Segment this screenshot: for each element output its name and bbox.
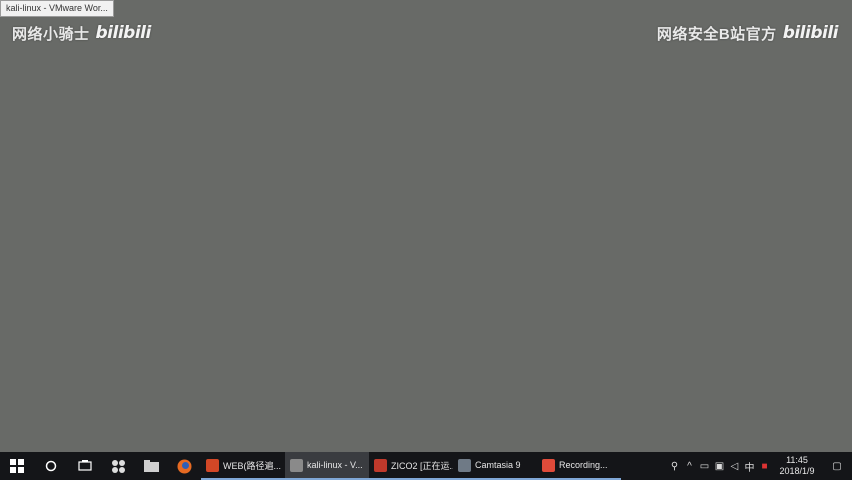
network-icon[interactable]: ▣ — [712, 461, 727, 472]
clock[interactable]: 11:45 2018/1/9 — [772, 455, 822, 477]
fan-icon — [112, 459, 125, 473]
watermark-right-text: 网络安全B站官方 — [656, 25, 777, 43]
bilibili-logo: bilibili — [95, 23, 152, 43]
task-view-icon — [78, 460, 92, 471]
volume-icon[interactable]: ◁ — [727, 461, 742, 472]
taskbar-app-recording[interactable]: Recording... — [537, 452, 621, 480]
virtualbox-icon — [374, 458, 387, 472]
notification-icon[interactable]: ▢ — [822, 461, 852, 472]
search-button[interactable] — [34, 452, 68, 480]
recorder-icon — [542, 458, 555, 472]
taskbar-app-label: kali-linux - V... — [307, 460, 363, 470]
taskbar-app-powerpoint[interactable]: WEB(路径遍... — [201, 452, 285, 480]
watermark-right: 网络安全B站官方 bilibili — [656, 22, 839, 44]
input-method-icon[interactable]: 中 — [742, 459, 757, 474]
battery-icon[interactable]: ▭ — [697, 461, 712, 472]
system-tray: ⚲ ^ ▭ ▣ ◁ 中 ■ 11:45 2018/1/9 ▢ — [667, 452, 852, 480]
watermark-left: 网络小骑士 bilibili — [12, 22, 151, 44]
app-tray-icon[interactable]: ■ — [757, 461, 772, 472]
people-icon[interactable]: ⚲ — [667, 461, 682, 472]
taskbar-app-zico2[interactable]: ZICO2 [正在运... — [369, 452, 453, 480]
clock-date: 2018/1/9 — [779, 466, 815, 476]
vmware-icon — [290, 458, 303, 472]
taskbar-app-label: WEB(路径遍... — [223, 460, 281, 471]
firefox-icon — [177, 459, 192, 473]
desktop-background — [0, 0, 852, 452]
chevron-up-icon[interactable]: ^ — [682, 461, 697, 472]
folder-icon — [144, 460, 159, 472]
taskbar-app-camtasia[interactable]: Camtasia 9 — [453, 452, 537, 480]
task-view-button[interactable] — [68, 452, 102, 480]
taskbar-app-label: ZICO2 [正在运... — [391, 460, 453, 471]
taskbar-app-label: Camtasia 9 — [475, 460, 521, 470]
clock-time: 11:45 — [786, 455, 808, 465]
file-explorer-button[interactable] — [135, 452, 168, 480]
cortana-circle-icon — [45, 460, 57, 472]
watermark-left-text: 网络小骑士 — [12, 25, 90, 43]
bilibili-logo: bilibili — [782, 23, 839, 43]
firefox-button[interactable] — [168, 452, 201, 480]
camtasia-icon — [458, 458, 471, 472]
pinned-app-1[interactable] — [102, 452, 135, 480]
powerpoint-icon — [206, 458, 219, 472]
taskbar-app-label: Recording... — [559, 460, 608, 470]
window-title-tooltip: kali-linux - VMware Wor... — [0, 0, 114, 17]
taskbar: WEB(路径遍... kali-linux - V... ZICO2 [正在运.… — [0, 452, 852, 480]
taskbar-app-vmware-kali[interactable]: kali-linux - V... — [285, 452, 369, 480]
windows-icon — [10, 459, 24, 473]
start-button[interactable] — [0, 452, 34, 480]
